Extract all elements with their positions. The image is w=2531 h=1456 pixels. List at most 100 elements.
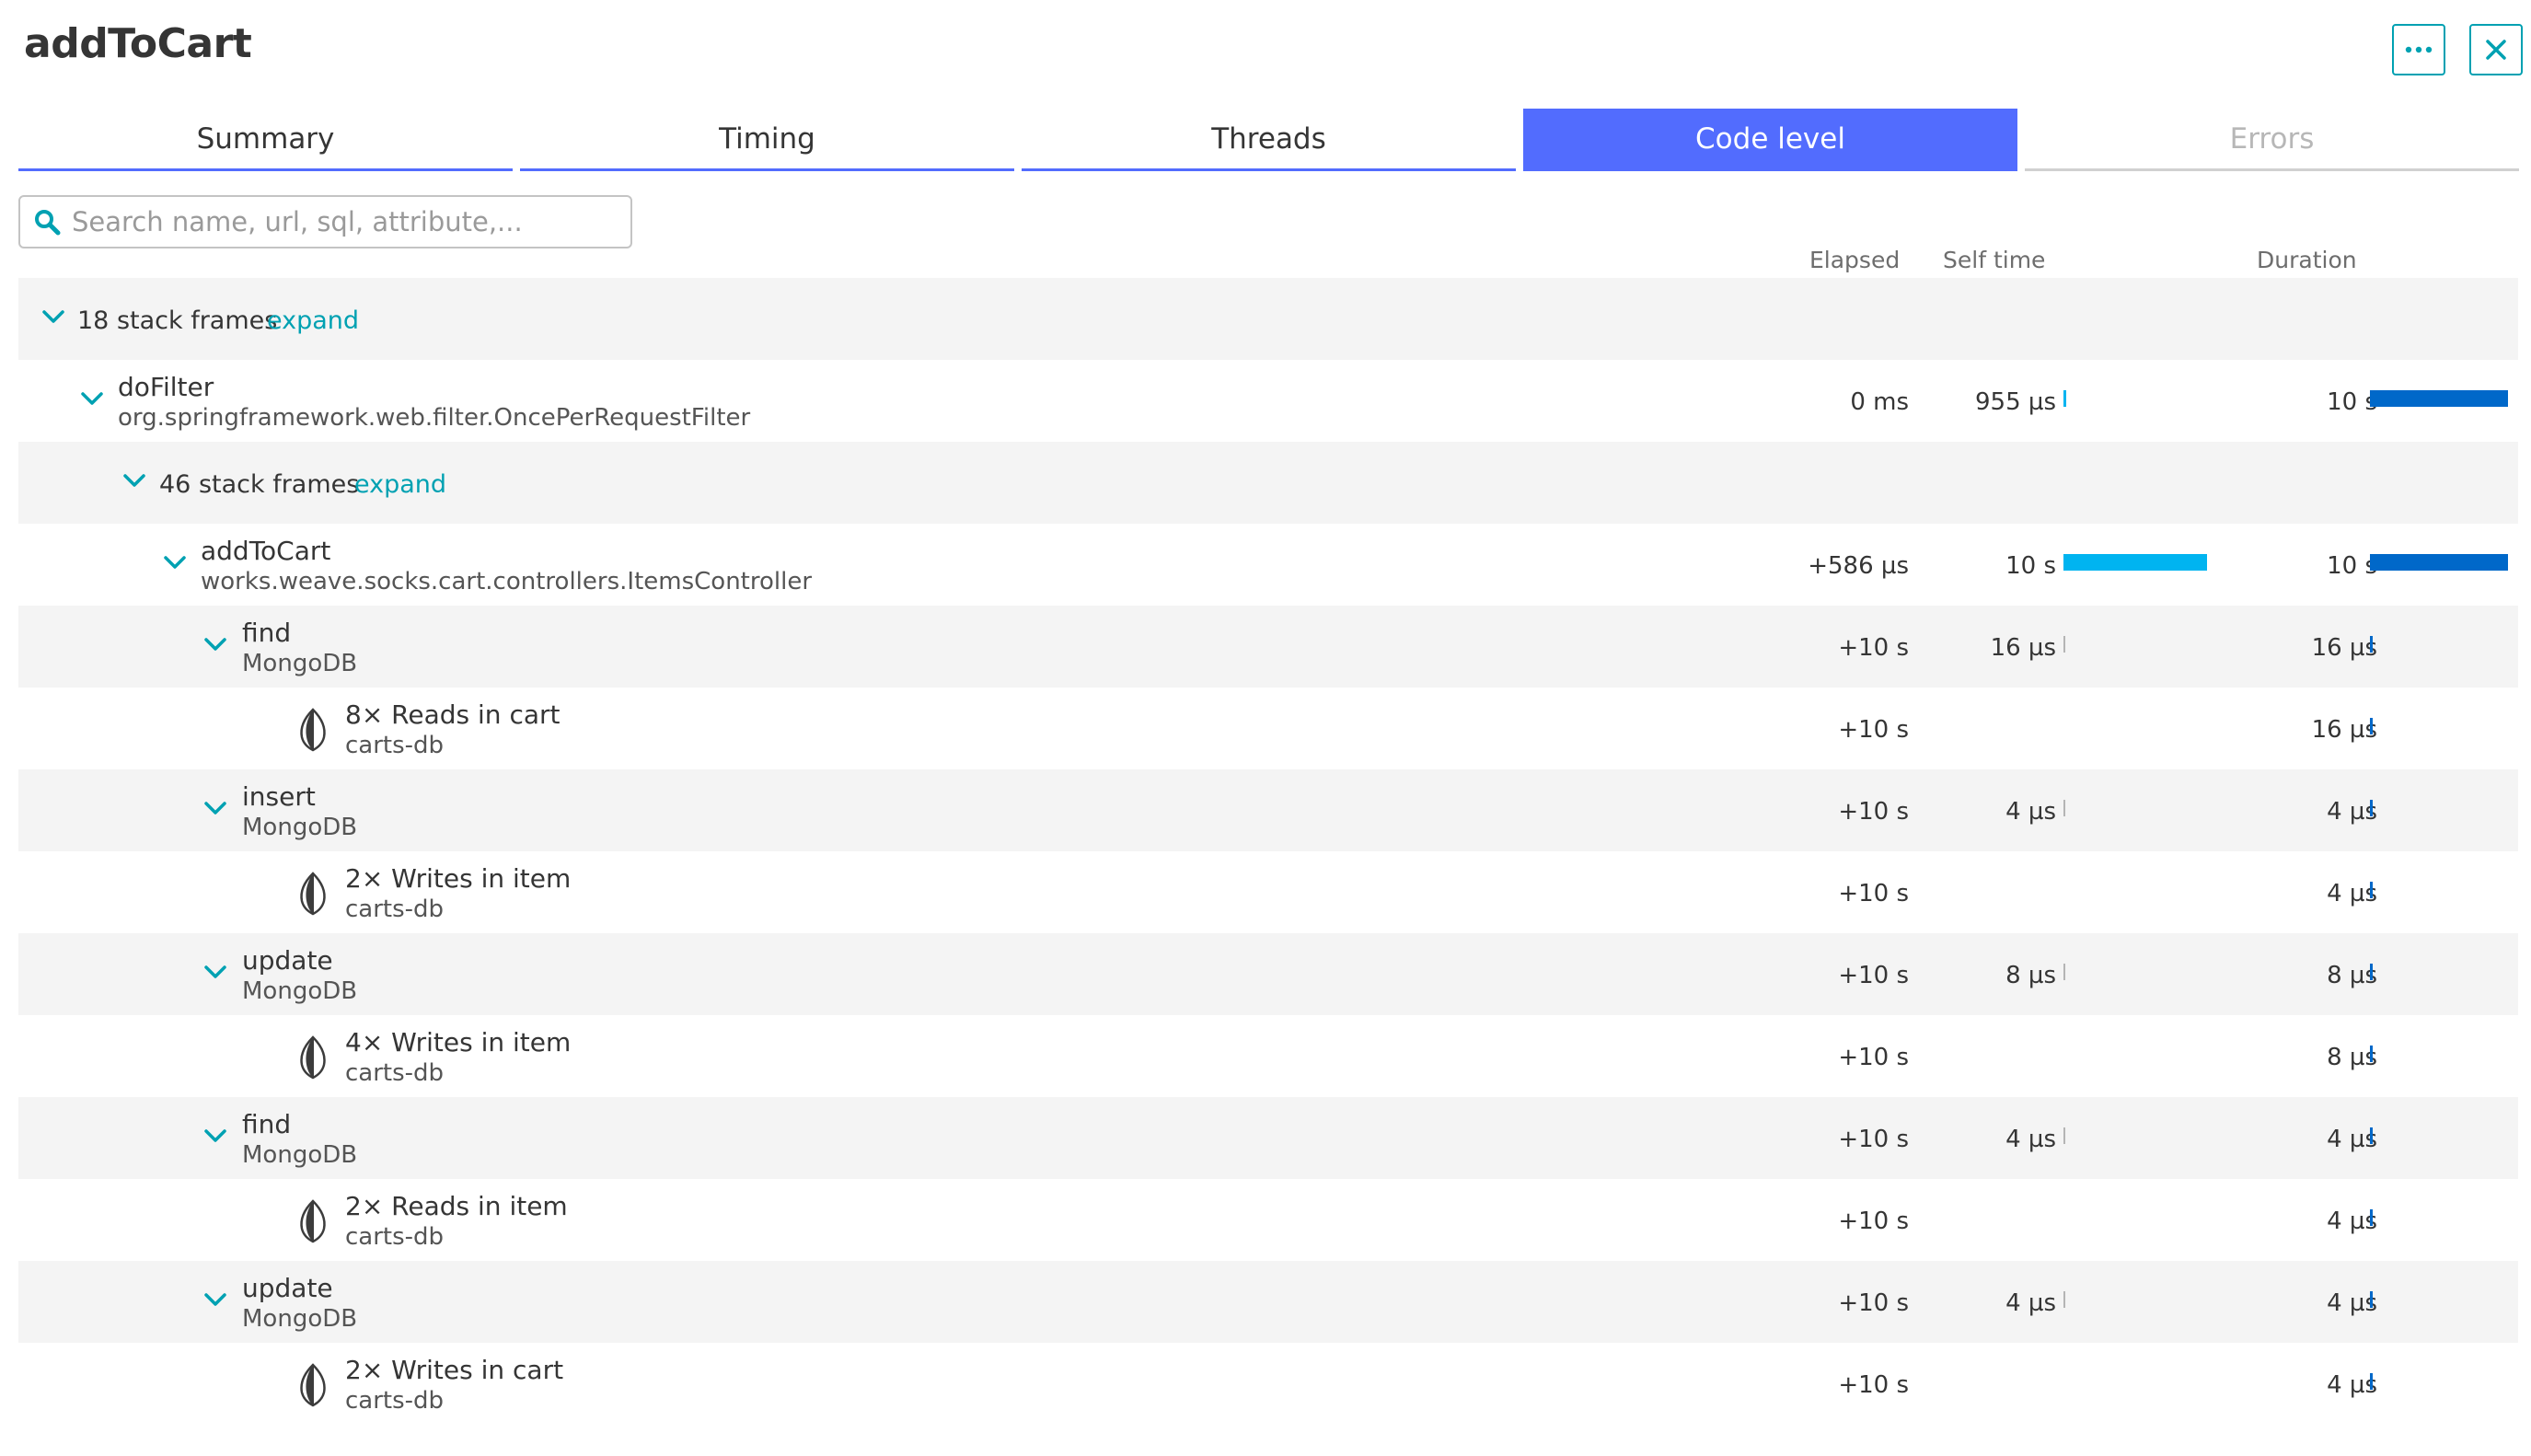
self-time-value: 4 µs: [2005, 798, 2056, 826]
search-box[interactable]: [18, 195, 632, 248]
column-header-self-time: Self time: [1943, 247, 2046, 273]
duration-bar: [2370, 1209, 2373, 1226]
elapsed-value: +10 s: [1838, 880, 1909, 907]
chevron-down-icon[interactable]: [199, 1281, 232, 1318]
duration-bar: [2370, 800, 2373, 816]
expand-link[interactable]: expand: [267, 306, 359, 335]
search-input[interactable]: [72, 206, 606, 237]
self-time-value: 16 µs: [1990, 634, 2056, 662]
mongodb-leaf-icon: [300, 1035, 326, 1080]
tree-row-dofilter[interactable]: doFilter org.springframework.web.filter.…: [18, 360, 2518, 442]
self-time-value: 955 µs: [1975, 388, 2056, 416]
duration-bar: [2370, 1291, 2373, 1308]
duration-bar: [2370, 1373, 2373, 1390]
tree-row-insert[interactable]: insert MongoDB +10 s 4 µs 4 µs: [18, 769, 2518, 851]
self-time-bar: [2063, 636, 2065, 653]
row-subtitle: carts-db: [345, 732, 445, 759]
elapsed-value: +10 s: [1838, 1289, 1909, 1317]
row-subtitle: works.weave.socks.cart.controllers.Items…: [201, 568, 813, 595]
tree-row-db-call[interactable]: 8× Reads in cart carts-db +10 s 16 µs: [18, 688, 2518, 769]
chevron-down-icon[interactable]: [75, 380, 109, 417]
tree-row-update[interactable]: update MongoDB +10 s 4 µs 4 µs: [18, 1261, 2518, 1343]
elapsed-value: +10 s: [1838, 716, 1909, 744]
mongodb-leaf-icon: [300, 1363, 326, 1407]
tab-errors[interactable]: Errors: [2025, 109, 2519, 171]
chevron-down-icon[interactable]: [199, 790, 232, 826]
elapsed-value: +10 s: [1838, 1371, 1909, 1399]
chevron-down-icon[interactable]: [199, 953, 232, 990]
elapsed-value: +10 s: [1838, 1126, 1909, 1153]
row-name: 2× Reads in item: [345, 1191, 568, 1221]
mongodb-leaf-icon: [300, 708, 326, 752]
duration-bar: [2370, 390, 2508, 407]
more-options-button[interactable]: [2392, 24, 2445, 75]
tab-threads[interactable]: Threads: [1022, 109, 1516, 171]
self-time-bar: [2063, 1291, 2065, 1308]
self-time-bar: [2063, 800, 2065, 816]
tab-timing[interactable]: Timing: [520, 109, 1014, 171]
tab-summary[interactable]: Summary: [18, 109, 513, 171]
row-name: find: [242, 618, 292, 648]
close-icon: [2486, 40, 2506, 60]
expand-link[interactable]: expand: [354, 470, 446, 499]
elapsed-value: +10 s: [1838, 1044, 1909, 1071]
code-level-tree: 18 stack frames expand doFilter org.spri…: [18, 278, 2518, 1425]
elapsed-value: +586 µs: [1808, 552, 1909, 580]
row-subtitle: carts-db: [345, 1387, 445, 1415]
tab-code-level[interactable]: Code level: [1523, 109, 2017, 171]
elapsed-value: +10 s: [1838, 634, 1909, 662]
tree-row-db-call[interactable]: 2× Writes in item carts-db +10 s 4 µs: [18, 851, 2518, 933]
self-time-value: 10 s: [2005, 552, 2056, 580]
tree-row-update[interactable]: update MongoDB +10 s 8 µs 8 µs: [18, 933, 2518, 1015]
row-subtitle: MongoDB: [242, 977, 358, 1005]
duration-bar: [2370, 718, 2373, 734]
tree-row-db-call[interactable]: 2× Reads in item carts-db +10 s 4 µs: [18, 1179, 2518, 1261]
self-time-value: 4 µs: [2005, 1126, 2056, 1153]
tree-row-db-call[interactable]: 2× Writes in cart carts-db +10 s 4 µs: [18, 1343, 2518, 1425]
row-name: update: [242, 945, 333, 976]
self-time-value: 4 µs: [2005, 1289, 2056, 1317]
stack-frames-count: 18 stack frames: [77, 306, 278, 335]
search-icon: [35, 210, 61, 236]
chevron-down-icon[interactable]: [118, 462, 151, 499]
row-name: update: [242, 1273, 333, 1303]
row-name: addToCart: [201, 536, 331, 566]
row-subtitle: MongoDB: [242, 1305, 358, 1333]
chevron-down-icon[interactable]: [199, 1117, 232, 1154]
page-title: addToCart: [24, 20, 252, 67]
tree-row-find[interactable]: find MongoDB +10 s 16 µs 16 µs: [18, 606, 2518, 688]
self-time-bar: [2063, 1127, 2065, 1144]
row-subtitle: org.springframework.web.filter.OncePerRe…: [118, 404, 751, 432]
row-name: 8× Reads in cart: [345, 699, 561, 730]
column-header-elapsed: Elapsed: [1809, 247, 1901, 273]
close-button[interactable]: [2469, 24, 2523, 75]
stack-frames-group: 18 stack frames expand: [18, 278, 2518, 360]
self-time-value: 8 µs: [2005, 962, 2056, 989]
duration-bar: [2370, 1127, 2373, 1144]
duration-value: 16 µs: [2311, 634, 2377, 662]
elapsed-value: +10 s: [1838, 1208, 1909, 1235]
duration-bar: [2370, 882, 2373, 898]
elapsed-value: +10 s: [1838, 798, 1909, 826]
stack-frames-group: 46 stack frames expand: [18, 442, 2518, 524]
chevron-down-icon[interactable]: [37, 298, 70, 335]
self-time-bar: [2063, 554, 2207, 571]
chevron-down-icon[interactable]: [158, 544, 191, 581]
duration-bar: [2370, 636, 2373, 653]
row-subtitle: carts-db: [345, 1223, 445, 1251]
column-header-duration: Duration: [2257, 247, 2357, 273]
duration-bar: [2370, 964, 2373, 980]
row-name: find: [242, 1109, 292, 1139]
chevron-down-icon[interactable]: [199, 626, 232, 663]
row-subtitle: carts-db: [345, 1059, 445, 1087]
self-time-bar: [2063, 390, 2066, 407]
duration-bar: [2370, 1046, 2373, 1062]
tree-row-db-call[interactable]: 4× Writes in item carts-db +10 s 8 µs: [18, 1015, 2518, 1097]
tree-row-addtocart[interactable]: addToCart works.weave.socks.cart.control…: [18, 524, 2518, 606]
mongodb-leaf-icon: [300, 872, 326, 916]
row-subtitle: MongoDB: [242, 1141, 358, 1169]
row-subtitle: carts-db: [345, 896, 445, 923]
tree-row-find[interactable]: find MongoDB +10 s 4 µs 4 µs: [18, 1097, 2518, 1179]
row-name: 2× Writes in cart: [345, 1355, 564, 1385]
mongodb-leaf-icon: [300, 1199, 326, 1243]
